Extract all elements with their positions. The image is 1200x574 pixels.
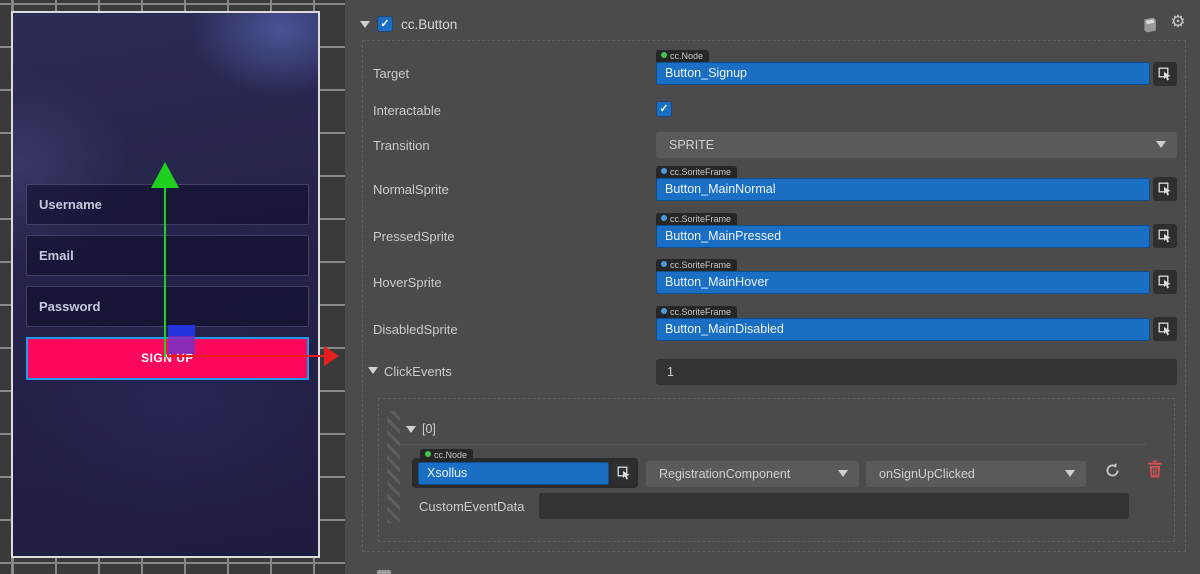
inspector-panel: ✓ cc.Button ⚙ Target cc.Node Button_Sign… — [345, 0, 1200, 574]
normal-sprite-reference-field[interactable]: Button_MainNormal — [656, 178, 1150, 201]
spriteframe-type-dot-icon — [661, 308, 667, 314]
chevron-down-icon — [838, 470, 848, 477]
clickevents-count-field[interactable]: 1 — [656, 359, 1177, 385]
scene-view[interactable]: Username Email Password SIGN UP — [0, 0, 345, 574]
hover-sprite-label: HoverSprite — [373, 275, 442, 290]
chevron-down-icon — [1156, 141, 1166, 148]
username-field[interactable]: Username — [26, 184, 309, 225]
component-header: ✓ cc.Button ⚙ — [345, 0, 1200, 40]
component-title: cc.Button — [401, 17, 457, 32]
spriteframe-type-dot-icon — [661, 215, 667, 221]
target-picker-button[interactable] — [1153, 62, 1177, 86]
target-label: Target — [373, 66, 409, 81]
pressed-sprite-label: PressedSprite — [373, 229, 455, 244]
custom-event-data-input[interactable] — [539, 493, 1129, 519]
interactable-checkbox[interactable]: ✓ — [656, 101, 672, 117]
gizmo-y-axis-arrow-icon[interactable] — [151, 162, 179, 188]
gizmo-xy-plane-handle[interactable] — [168, 325, 195, 354]
event-separator — [401, 444, 1146, 445]
transition-dropdown[interactable]: SPRITE — [656, 132, 1177, 158]
target-reference-field[interactable]: Button_Signup — [656, 62, 1150, 85]
spriteframe-type-dot-icon — [661, 261, 667, 267]
pressed-sprite-picker-button[interactable] — [1153, 224, 1177, 248]
password-field[interactable]: Password — [26, 286, 309, 327]
interactable-label: Interactable — [373, 103, 441, 118]
pressed-sprite-reference-field[interactable]: Button_MainPressed — [656, 225, 1150, 248]
node-type-dot-icon — [425, 451, 431, 457]
disabled-sprite-reference-field[interactable]: Button_MainDisabled — [656, 318, 1150, 341]
transition-label: Transition — [373, 138, 430, 153]
gizmo-y-axis-line[interactable] — [164, 186, 166, 357]
event-node-picker-button[interactable] — [612, 461, 636, 485]
hover-sprite-reference-field[interactable]: Button_MainHover — [656, 271, 1150, 294]
email-field[interactable]: Email — [26, 235, 309, 276]
disabled-sprite-picker-button[interactable] — [1153, 317, 1177, 341]
clickevent-item-panel: [0] cc.Node Xsollus RegistrationComponen… — [378, 398, 1175, 542]
custom-event-data-label: CustomEventData — [419, 499, 525, 514]
event-node-type-badge: cc.Node — [420, 449, 473, 462]
node-type-dot-icon — [661, 52, 667, 58]
help-book-icon[interactable] — [1141, 16, 1159, 34]
gizmo-x-axis-line[interactable] — [167, 355, 325, 357]
spriteframe-type-dot-icon — [661, 168, 667, 174]
normal-sprite-picker-button[interactable] — [1153, 177, 1177, 201]
event-handler-dropdown[interactable]: onSignUpClicked — [866, 461, 1086, 487]
component-enabled-checkbox[interactable]: ✓ — [377, 16, 393, 32]
event-index-label: [0] — [422, 422, 436, 436]
refresh-icon[interactable] — [1104, 462, 1124, 482]
hover-sprite-picker-button[interactable] — [1153, 270, 1177, 294]
editor-window: Username Email Password SIGN UP ✓ cc.But… — [0, 0, 1200, 574]
collapse-arrow-icon[interactable] — [360, 21, 370, 28]
event-node-reference-field[interactable]: Xsollus — [418, 462, 609, 485]
clickevents-collapse-arrow-icon[interactable] — [368, 367, 378, 374]
delete-trash-icon[interactable] — [1147, 460, 1165, 480]
normal-sprite-label: NormalSprite — [373, 182, 449, 197]
gizmo-x-axis-arrow-icon[interactable] — [324, 346, 339, 366]
settings-gear-icon[interactable]: ⚙ — [1169, 13, 1187, 31]
next-component-partial[interactable] — [377, 570, 391, 574]
event-component-dropdown[interactable]: RegistrationComponent — [646, 461, 859, 487]
chevron-down-icon — [1065, 470, 1075, 477]
drag-handle-stripes[interactable] — [387, 411, 400, 523]
disabled-sprite-label: DisabledSprite — [373, 322, 458, 337]
clickevents-label: ClickEvents — [384, 364, 452, 379]
event-collapse-arrow-icon[interactable] — [406, 426, 416, 433]
